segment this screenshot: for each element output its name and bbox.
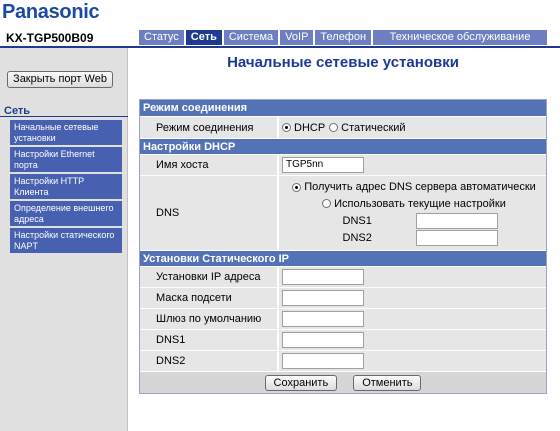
- dhcp-section-header: Настройки DHCP: [140, 138, 546, 154]
- settings-form: Режим соединения Режим соединения DHCP С…: [139, 99, 547, 394]
- sidebar-item-static-napt[interactable]: Настройки статического NAPT: [10, 228, 122, 253]
- hostname-cell: TGP5nn: [277, 155, 546, 175]
- connection-mode-section-header: Режим соединения: [140, 100, 546, 116]
- dns-auto-radio[interactable]: [292, 182, 302, 192]
- tab-system[interactable]: Система: [223, 30, 279, 45]
- tab-network[interactable]: Сеть: [185, 30, 222, 45]
- static-dns2-input[interactable]: [282, 353, 364, 369]
- hostname-input[interactable]: TGP5nn: [282, 157, 364, 173]
- model-number: KX-TGP500B09: [6, 31, 94, 45]
- subnet-mask-input[interactable]: [282, 290, 364, 306]
- dhcp-dns2-label: DNS2: [342, 232, 372, 245]
- dhcp-dns1-input[interactable]: [415, 212, 498, 229]
- static-ip-cell: [277, 267, 546, 287]
- dns-label: DNS: [140, 176, 277, 250]
- sidebar-item-basic-network[interactable]: Начальные сетевые установки: [10, 120, 122, 145]
- dhcp-dns2-input[interactable]: [415, 230, 498, 247]
- default-gateway-row: Шлюз по умолчанию: [140, 308, 546, 329]
- default-gateway-label: Шлюз по умолчанию: [140, 309, 277, 329]
- static-ip-row: Установки IP адреса: [140, 266, 546, 287]
- default-gateway-cell: [277, 309, 546, 329]
- static-radio-label: Статический: [341, 121, 406, 134]
- static-dns2-cell: [277, 351, 546, 371]
- subnet-mask-label: Маска подсети: [140, 288, 277, 308]
- connection-mode-options: DHCP Статический: [277, 117, 546, 138]
- static-dns1-row: DNS1: [140, 329, 546, 350]
- dhcp-radio[interactable]: [282, 123, 291, 132]
- tab-maintenance[interactable]: Техническое обслуживание: [373, 30, 548, 45]
- sidebar-item-external-address[interactable]: Определение внешнего адреса: [10, 201, 122, 226]
- static-dns1-cell: [277, 330, 546, 350]
- default-gateway-input[interactable]: [282, 311, 364, 327]
- page-title: Начальные сетевые установки: [227, 54, 459, 71]
- connection-mode-row: Режим соединения DHCP Статический: [140, 116, 546, 138]
- close-web-port-button[interactable]: Закрыть порт Web: [7, 71, 113, 88]
- dns-manual-radio[interactable]: [322, 199, 332, 209]
- dhcp-radio-label: DHCP: [294, 121, 326, 134]
- sidebar-item-ethernet-port[interactable]: Настройки Ethernet порта: [10, 147, 122, 172]
- dhcp-dns1-label: DNS1: [342, 214, 372, 227]
- connection-mode-label: Режим соединения: [140, 117, 277, 138]
- cancel-button[interactable]: Отменить: [353, 374, 422, 391]
- form-footer: Сохранить Отменить: [140, 371, 546, 393]
- hostname-label: Имя хоста: [140, 155, 277, 175]
- sidebar: Закрыть порт Web Сеть Начальные сетевые …: [0, 48, 128, 431]
- dns-options: Получить адрес DNS сервера автоматически…: [277, 176, 546, 250]
- static-ip-section-header: Установки Статического IP: [140, 250, 546, 266]
- static-dns2-row: DNS2: [140, 350, 546, 371]
- sidebar-item-http-client[interactable]: Настройки HTTP Клиента: [10, 174, 122, 199]
- tab-telephone[interactable]: Телефон: [315, 30, 372, 45]
- dns-auto-label: Получить адрес DNS сервера автоматически: [304, 181, 536, 194]
- static-ip-label: Установки IP адреса: [140, 267, 277, 287]
- sidebar-menu: Начальные сетевые установки Настройки Et…: [10, 120, 122, 255]
- panasonic-logo: Panasonic: [2, 1, 100, 23]
- subnet-mask-row: Маска подсети: [140, 287, 546, 308]
- sidebar-divider: [0, 116, 128, 117]
- main-tabs: Статус Сеть Система VoIP Телефон Техниче…: [139, 30, 548, 45]
- dns-auto-line: Получить адрес DNS сервера автоматически: [292, 179, 536, 196]
- static-dns1-input[interactable]: [282, 332, 364, 348]
- hostname-row: Имя хоста TGP5nn: [140, 154, 546, 175]
- dhcp-dns1-line: DNS1: [331, 212, 498, 229]
- save-button[interactable]: Сохранить: [264, 374, 338, 391]
- static-radio[interactable]: [329, 123, 339, 132]
- tab-status[interactable]: Статус: [139, 30, 184, 45]
- static-dns2-label: DNS2: [140, 351, 277, 371]
- dns-manual-label: Использовать текущие настройки: [334, 197, 506, 210]
- subnet-mask-cell: [277, 288, 546, 308]
- dhcp-dns2-line: DNS2: [331, 230, 498, 247]
- static-dns1-label: DNS1: [140, 330, 277, 350]
- static-ip-input[interactable]: [282, 269, 364, 285]
- tab-voip[interactable]: VoIP: [280, 30, 314, 45]
- dns-manual-line: Использовать текущие настройки: [322, 196, 506, 213]
- dns-row: DNS Получить адрес DNS сервера автоматич…: [140, 175, 546, 250]
